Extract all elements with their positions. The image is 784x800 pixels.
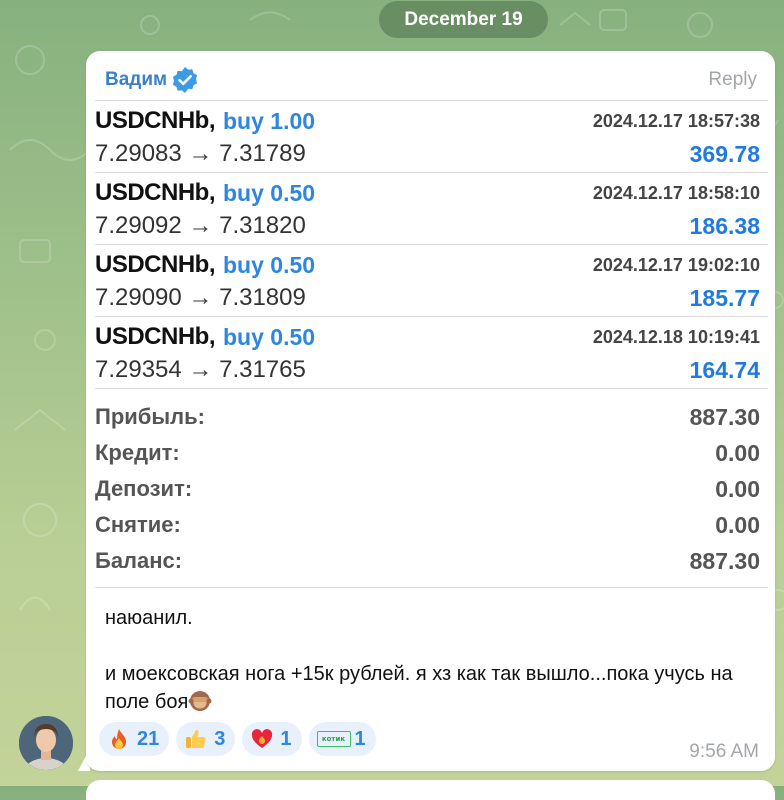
trade-row: USDCNHb, buy 1.00 2024.12.17 18:57:38 7.… xyxy=(95,101,768,173)
summary-label: Депозит: xyxy=(95,476,193,501)
trade-time: 2024.12.17 18:58:10 xyxy=(592,182,760,203)
trade-prices: 7.29092 → 7.31820 xyxy=(95,212,306,239)
trade-time: 2024.12.17 18:57:38 xyxy=(592,110,760,131)
trade-side: buy 0.50 xyxy=(223,179,316,206)
message-timestamp: 9:56 AM xyxy=(689,741,759,762)
trade-symbol: USDCNHb, xyxy=(95,251,216,278)
trade-report-image[interactable]: USDCNHb, buy 1.00 2024.12.17 18:57:38 7.… xyxy=(95,100,768,588)
reaction-fire[interactable]: 21 xyxy=(99,722,170,756)
message-header: Вадим Reply xyxy=(105,65,757,95)
summary-row-profit: Прибыль: 887.30 xyxy=(95,399,760,435)
trade-side: buy 0.50 xyxy=(223,251,316,278)
summary-value: 0.00 xyxy=(715,439,760,466)
sender-avatar[interactable] xyxy=(19,716,73,770)
trade-prices: 7.29090 → 7.31809 xyxy=(95,284,306,311)
summary-row-balance: Баланс: 887.30 xyxy=(95,543,760,579)
reaction-count: 3 xyxy=(214,727,226,750)
message-bubble[interactable]: Вадим Reply USDCNHb, buy 1.00 2024.12.17… xyxy=(86,51,775,771)
reaction-sticker[interactable]: котик 1 xyxy=(308,722,376,756)
trade-symbol: USDCNHb, xyxy=(95,179,216,206)
trade-row: USDCNHb, buy 0.50 2024.12.18 10:19:41 7.… xyxy=(95,317,768,389)
summary-value: 887.30 xyxy=(689,403,760,430)
report-summary: Прибыль: 887.30 Кредит: 0.00 Депозит: 0.… xyxy=(95,389,768,587)
message-line: наюанил. xyxy=(105,607,193,629)
reactions-bar: 21 3 1 котик 1 xyxy=(99,722,376,756)
message-paragraph: и моексовская нога +15к рублей. я хз как… xyxy=(105,660,755,716)
sender-name[interactable]: Вадим xyxy=(105,69,167,91)
trade-profit: 185.77 xyxy=(689,284,760,311)
verified-badge-icon xyxy=(170,65,200,95)
summary-row-deposit: Депозит: 0.00 xyxy=(95,471,760,507)
summary-value: 0.00 xyxy=(715,511,760,538)
reaction-count: 1 xyxy=(280,727,292,750)
reaction-count: 1 xyxy=(354,727,366,750)
summary-row-credit: Кредит: 0.00 xyxy=(95,435,760,471)
trade-row: USDCNHb, buy 0.50 2024.12.17 18:58:10 7.… xyxy=(95,173,768,245)
heart-on-fire-icon xyxy=(252,729,273,748)
sticker-icon: котик xyxy=(316,731,351,747)
trade-row: USDCNHb, buy 0.50 2024.12.17 19:02:10 7.… xyxy=(95,245,768,317)
date-separator: December 19 xyxy=(379,1,548,38)
trade-profit: 164.74 xyxy=(689,356,760,383)
trade-side: buy 1.00 xyxy=(223,107,316,134)
summary-label: Кредит: xyxy=(95,440,180,465)
trade-prices: 7.29083 → 7.31789 xyxy=(95,140,306,167)
trade-profit: 369.78 xyxy=(689,140,760,167)
summary-value: 0.00 xyxy=(715,475,760,502)
thumbs-up-icon xyxy=(186,730,206,749)
reaction-heart-on-fire[interactable]: 1 xyxy=(242,722,302,756)
summary-label: Прибыль: xyxy=(95,404,205,429)
trade-time: 2024.12.17 19:02:10 xyxy=(592,254,760,275)
trade-side: buy 0.50 xyxy=(223,323,316,350)
summary-label: Снятие: xyxy=(95,512,181,537)
trade-prices: 7.29354 → 7.31765 xyxy=(95,356,306,383)
summary-label: Баланс: xyxy=(95,548,183,573)
see-no-evil-monkey-icon xyxy=(188,689,212,713)
summary-row-withdrawal: Снятие: 0.00 xyxy=(95,507,760,543)
fire-icon xyxy=(112,729,126,749)
summary-value: 887.30 xyxy=(689,547,760,574)
reaction-thumbs-up[interactable]: 3 xyxy=(176,722,236,756)
trade-time: 2024.12.18 10:19:41 xyxy=(592,326,760,347)
reply-button[interactable]: Reply xyxy=(708,69,757,91)
next-message-bubble-edge xyxy=(86,780,775,800)
trade-symbol: USDCNHb, xyxy=(95,107,216,134)
reaction-count: 21 xyxy=(137,727,160,750)
message-text: наюанил. и моексовская нога +15к рублей.… xyxy=(105,604,755,716)
trade-symbol: USDCNHb, xyxy=(95,323,216,350)
trade-profit: 186.38 xyxy=(689,212,760,239)
